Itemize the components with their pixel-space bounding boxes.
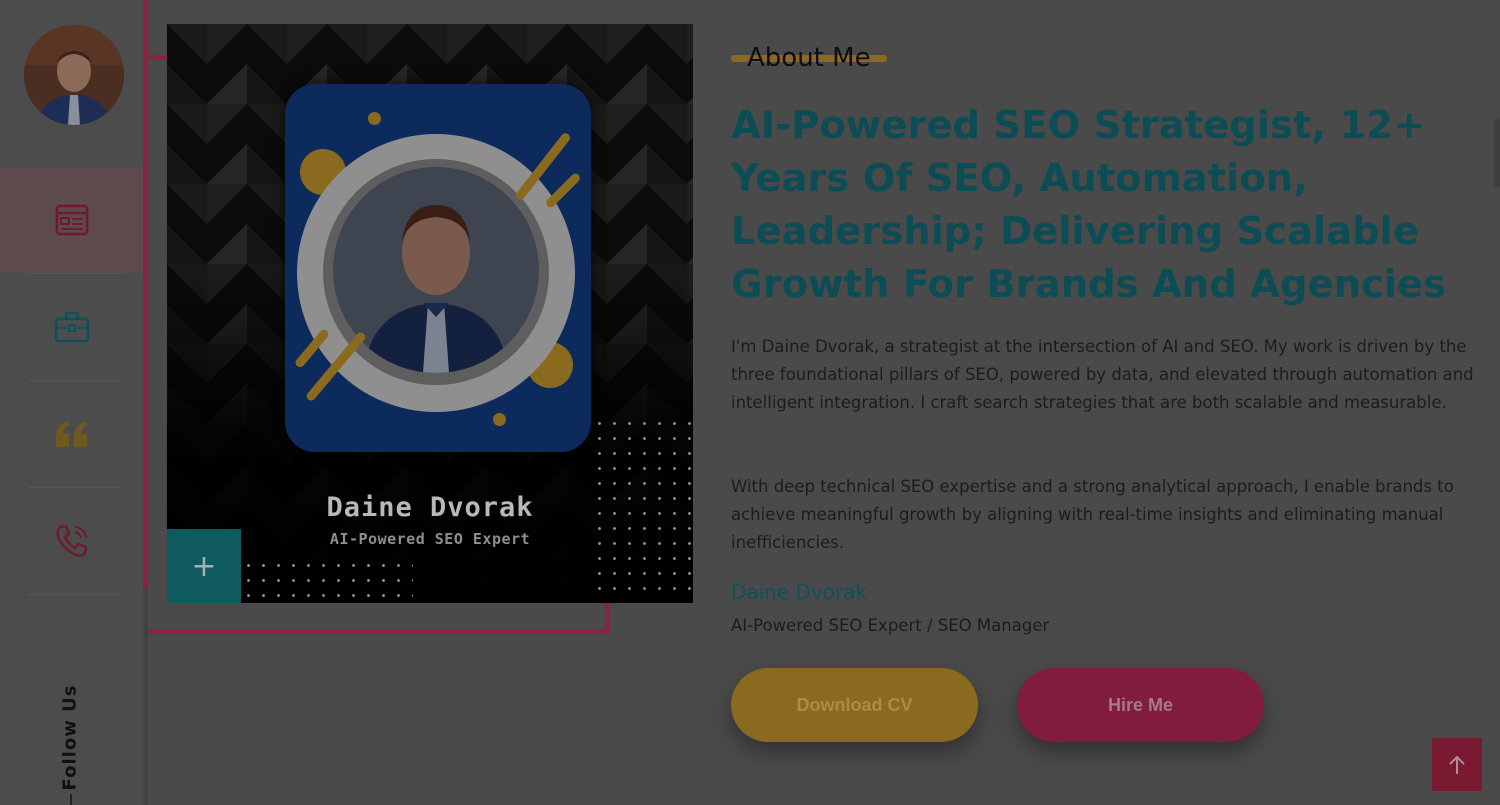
follow-us-text: Follow Us xyxy=(59,684,81,791)
follow-us-label: Follow Us xyxy=(58,685,82,791)
sidebar-accent-bar xyxy=(143,0,148,588)
briefcase-icon xyxy=(54,311,89,343)
follow-line xyxy=(70,794,72,805)
about-paragraph-1: I'm Daine Dvorak, a strategist at the in… xyxy=(731,337,1474,412)
avatar[interactable] xyxy=(24,25,124,125)
photo-name: Daine Dvorak xyxy=(326,492,534,523)
dot-grid xyxy=(241,558,413,603)
nav-item-resume[interactable] xyxy=(0,167,143,273)
signature-role: AI-Powered SEO Expert / SEO Manager xyxy=(731,616,1050,635)
nav-divider xyxy=(27,594,122,595)
portrait-image xyxy=(333,167,539,373)
plus-icon: + xyxy=(191,548,217,584)
signature-name: Daine Dvorak xyxy=(731,580,868,604)
decor-dot xyxy=(368,112,381,125)
nav-item-testimonials[interactable] xyxy=(0,381,143,487)
nav-item-portfolio[interactable] xyxy=(0,274,143,380)
resume-icon xyxy=(55,204,88,236)
about-paragraph-2: With deep technical SEO expertise and a … xyxy=(731,477,1454,552)
profile-photo-card: Daine Dvorak AI-Powered SEO Expert xyxy=(167,24,693,603)
scrollbar-thumb[interactable] xyxy=(1494,118,1500,188)
phone-icon xyxy=(56,524,87,557)
download-cv-button[interactable]: Download CV xyxy=(731,668,978,742)
hire-me-button[interactable]: Hire Me xyxy=(1017,668,1264,742)
decor-dot xyxy=(493,413,506,426)
about-headline: AI-Powered SEO Strategist, 12+ Years Of … xyxy=(731,103,1447,307)
sidebar: Follow Us xyxy=(0,0,145,805)
plus-button[interactable]: + xyxy=(167,529,241,603)
section-heading: About Me xyxy=(731,40,887,76)
section-heading-text: About Me xyxy=(747,43,871,73)
photo-title: AI-Powered SEO Expert xyxy=(329,530,531,548)
back-to-top-button[interactable] xyxy=(1432,738,1482,791)
arrow-up-icon xyxy=(1449,755,1465,774)
quote-icon xyxy=(55,421,87,447)
nav-item-contact[interactable] xyxy=(0,488,143,594)
frame-line-right xyxy=(605,600,610,634)
frame-line-bottom xyxy=(148,629,610,634)
